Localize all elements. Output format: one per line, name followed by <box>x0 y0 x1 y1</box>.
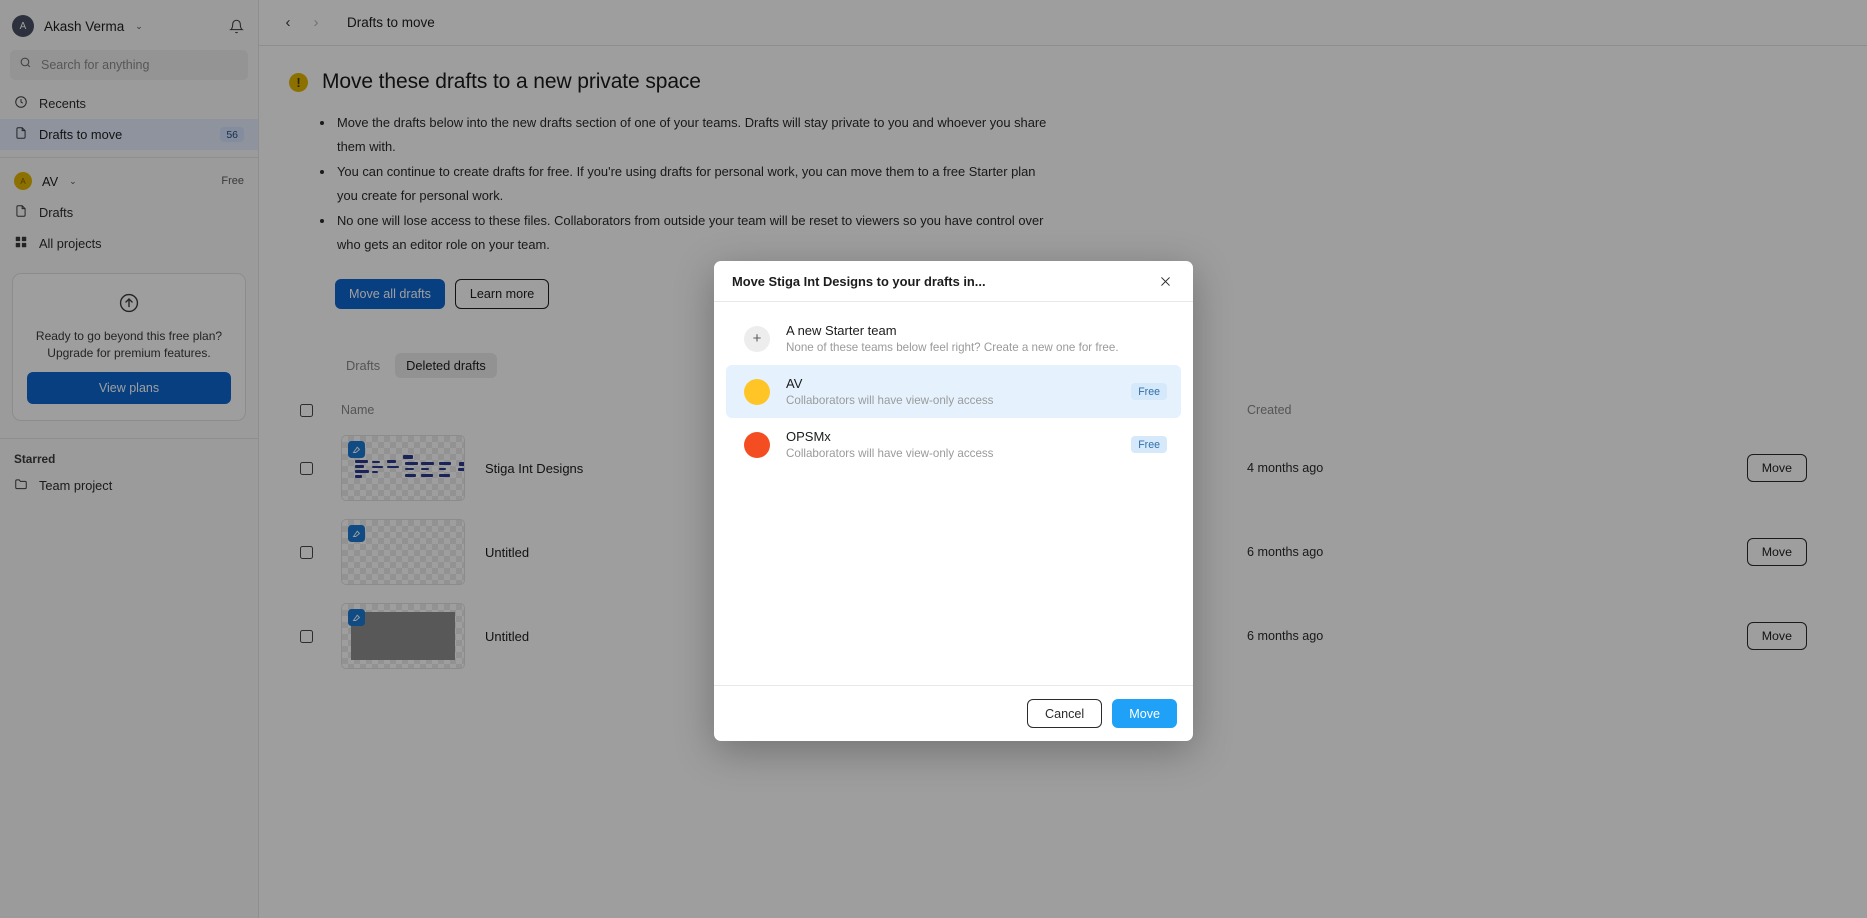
modal-option-new-starter-team[interactable]: + A new Starter team None of these teams… <box>726 312 1181 365</box>
modal-option-opsmx[interactable]: OPSMx Collaborators will have view-only … <box>726 418 1181 471</box>
cancel-button[interactable]: Cancel <box>1027 699 1103 728</box>
option-subtitle: Collaborators will have view-only access <box>786 447 994 460</box>
team-avatar <box>744 431 770 458</box>
modal-option-list: + A new Starter team None of these teams… <box>714 302 1193 685</box>
modal-footer: Cancel Move <box>714 685 1193 741</box>
option-text: AV Collaborators will have view-only acc… <box>786 376 1115 407</box>
modal-header: Move Stiga Int Designs to your drafts in… <box>714 261 1193 302</box>
close-icon[interactable] <box>1153 269 1177 293</box>
option-text: OPSMx Collaborators will have view-only … <box>786 429 1115 460</box>
move-drafts-modal: Move Stiga Int Designs to your drafts in… <box>714 261 1193 741</box>
app-root: A Akash Verma ⌄ Search for anything Rece… <box>0 0 1867 918</box>
status-badge: Free <box>1131 436 1167 453</box>
plus-icon: + <box>744 325 770 352</box>
option-title: OPSMx <box>786 429 831 444</box>
option-title: AV <box>786 376 803 391</box>
team-avatar <box>744 378 770 405</box>
option-title: A new Starter team <box>786 323 897 338</box>
option-subtitle: None of these teams below feel right? Cr… <box>786 341 1119 354</box>
option-subtitle: Collaborators will have view-only access <box>786 394 994 407</box>
status-badge: Free <box>1131 383 1167 400</box>
move-button[interactable]: Move <box>1112 699 1177 728</box>
modal-option-av[interactable]: AV Collaborators will have view-only acc… <box>726 365 1181 418</box>
option-text: A new Starter team None of these teams b… <box>786 323 1167 354</box>
modal-title: Move Stiga Int Designs to your drafts in… <box>732 273 986 289</box>
